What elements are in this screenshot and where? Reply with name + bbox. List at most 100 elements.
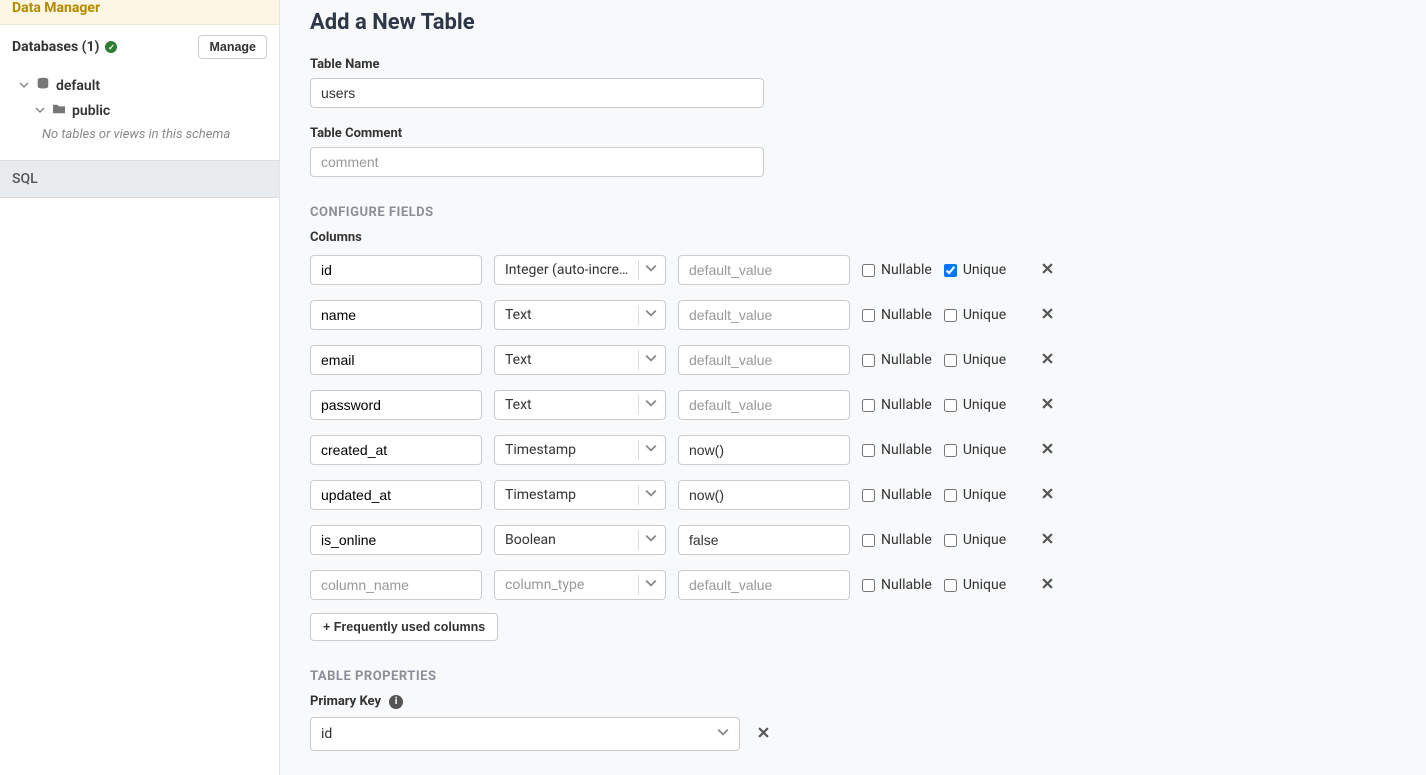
nullable-checkbox[interactable]	[862, 444, 875, 457]
unique-label: Unique	[963, 442, 1006, 458]
unique-checkbox[interactable]	[944, 264, 957, 277]
column-name-input[interactable]	[310, 480, 482, 510]
unique-checkbox[interactable]	[944, 444, 957, 457]
nullable-checkbox-group[interactable]: Nullable	[862, 352, 932, 368]
column-name-input[interactable]	[310, 570, 482, 600]
remove-column-button[interactable]	[1036, 577, 1059, 593]
column-type-select[interactable]: Timestamp	[494, 435, 666, 465]
nullable-checkbox-group[interactable]: Nullable	[862, 487, 932, 503]
chevron-down-icon[interactable]	[34, 105, 46, 118]
chevron-down-icon	[717, 726, 729, 742]
nullable-checkbox-group[interactable]: Nullable	[862, 442, 932, 458]
column-type-value: Timestamp	[505, 442, 632, 458]
nullable-checkbox-group[interactable]: Nullable	[862, 577, 932, 593]
chevron-down-icon	[645, 307, 657, 323]
sql-tab[interactable]: SQL	[0, 160, 279, 198]
unique-checkbox-group[interactable]: Unique	[944, 487, 1006, 503]
column-name-input[interactable]	[310, 390, 482, 420]
unique-checkbox-group[interactable]: Unique	[944, 532, 1006, 548]
unique-label: Unique	[963, 352, 1006, 368]
remove-column-button[interactable]	[1036, 487, 1059, 503]
chevron-down-icon[interactable]	[18, 80, 30, 93]
nullable-checkbox[interactable]	[862, 264, 875, 277]
nullable-label: Nullable	[881, 262, 932, 278]
unique-checkbox-group[interactable]: Unique	[944, 577, 1006, 593]
remove-primary-key-button[interactable]	[752, 726, 775, 742]
remove-column-button[interactable]	[1036, 352, 1059, 368]
chevron-down-icon	[645, 487, 657, 503]
chevron-down-icon	[645, 352, 657, 368]
table-comment-input[interactable]	[310, 147, 764, 177]
chevron-down-icon	[645, 262, 657, 278]
column-type-select[interactable]: Text	[494, 300, 666, 330]
chevron-down-icon	[645, 442, 657, 458]
frequently-used-columns-button[interactable]: + Frequently used columns	[310, 613, 498, 641]
remove-column-button[interactable]	[1036, 442, 1059, 458]
unique-checkbox[interactable]	[944, 579, 957, 592]
remove-column-button[interactable]	[1036, 307, 1059, 323]
column-name-input[interactable]	[310, 435, 482, 465]
column-type-select[interactable]: Integer (auto-increme...	[494, 255, 666, 285]
nullable-checkbox-group[interactable]: Nullable	[862, 307, 932, 323]
remove-column-button[interactable]	[1036, 262, 1059, 278]
nullable-checkbox-group[interactable]: Nullable	[862, 397, 932, 413]
unique-checkbox-group[interactable]: Unique	[944, 262, 1006, 278]
column-default-input[interactable]	[678, 525, 850, 555]
database-tree: default public No tables or views in thi…	[0, 69, 279, 156]
column-type-select[interactable]: Text	[494, 345, 666, 375]
column-type-select[interactable]: Boolean	[494, 525, 666, 555]
page-title: Add a New Table	[310, 10, 1396, 35]
unique-checkbox-group[interactable]: Unique	[944, 307, 1006, 323]
unique-checkbox[interactable]	[944, 534, 957, 547]
table-name-input[interactable]	[310, 78, 764, 108]
tree-row-schema[interactable]: public	[12, 99, 267, 123]
column-name-input[interactable]	[310, 300, 482, 330]
column-default-input[interactable]	[678, 570, 850, 600]
unique-checkbox-group[interactable]: Unique	[944, 442, 1006, 458]
nullable-checkbox[interactable]	[862, 489, 875, 502]
column-name-input[interactable]	[310, 255, 482, 285]
nullable-label: Nullable	[881, 352, 932, 368]
chevron-down-icon	[645, 577, 657, 593]
column-row: Text Nullable Unique	[310, 300, 1396, 330]
table-comment-label: Table Comment	[310, 126, 1396, 141]
column-default-input[interactable]	[678, 345, 850, 375]
nullable-checkbox[interactable]	[862, 579, 875, 592]
column-default-input[interactable]	[678, 480, 850, 510]
unique-checkbox-group[interactable]: Unique	[944, 352, 1006, 368]
unique-checkbox[interactable]	[944, 399, 957, 412]
column-type-select[interactable]: Timestamp	[494, 480, 666, 510]
nullable-checkbox[interactable]	[862, 534, 875, 547]
column-default-input[interactable]	[678, 300, 850, 330]
column-default-input[interactable]	[678, 255, 850, 285]
nullable-checkbox-group[interactable]: Nullable	[862, 262, 932, 278]
nullable-checkbox[interactable]	[862, 399, 875, 412]
manage-button[interactable]: Manage	[198, 35, 267, 59]
nullable-checkbox[interactable]	[862, 354, 875, 367]
databases-section: Databases (1) ✓ Manage	[0, 25, 279, 69]
nullable-checkbox[interactable]	[862, 309, 875, 322]
column-name-input[interactable]	[310, 525, 482, 555]
unique-checkbox[interactable]	[944, 309, 957, 322]
unique-checkbox-group[interactable]: Unique	[944, 397, 1006, 413]
remove-column-button[interactable]	[1036, 532, 1059, 548]
unique-label: Unique	[963, 577, 1006, 593]
tree-row-database[interactable]: default	[12, 73, 267, 99]
column-type-value: Text	[505, 352, 632, 368]
column-name-input[interactable]	[310, 345, 482, 375]
column-default-input[interactable]	[678, 390, 850, 420]
unique-label: Unique	[963, 487, 1006, 503]
info-icon[interactable]: i	[389, 695, 403, 709]
nullable-checkbox-group[interactable]: Nullable	[862, 532, 932, 548]
primary-key-select[interactable]: id	[310, 717, 740, 751]
unique-checkbox[interactable]	[944, 354, 957, 367]
folder-icon	[52, 103, 66, 119]
database-name: default	[56, 78, 100, 94]
unique-label: Unique	[963, 397, 1006, 413]
column-type-select[interactable]: column_type	[494, 570, 666, 600]
unique-checkbox[interactable]	[944, 489, 957, 502]
remove-column-button[interactable]	[1036, 397, 1059, 413]
column-default-input[interactable]	[678, 435, 850, 465]
column-type-select[interactable]: Text	[494, 390, 666, 420]
database-icon	[36, 77, 50, 95]
